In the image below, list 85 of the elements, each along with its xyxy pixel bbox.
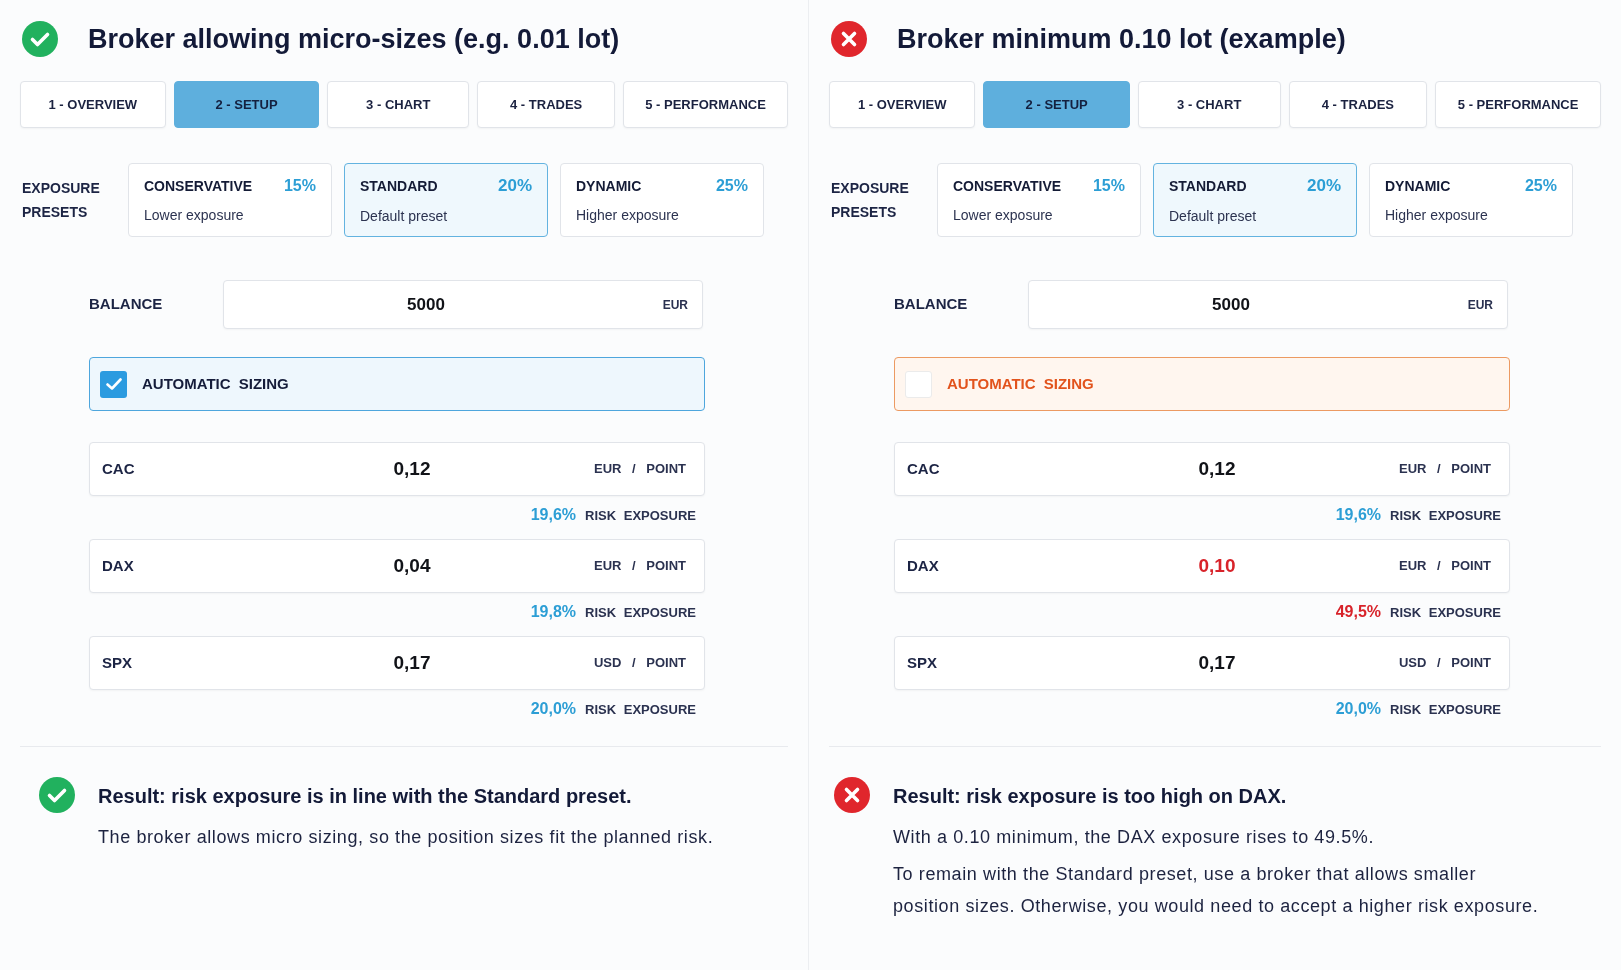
position-size-value: 0,12 [393,456,431,481]
unit-label: EUR / POINT [1399,557,1491,576]
tab[interactable]: 2 - SETUP [173,81,320,128]
balance-field[interactable]: 5000 EUR [1028,280,1508,329]
balance-value: 5000 [1212,293,1250,316]
checkbox-label: AUTOMATIC SIZING [142,373,289,394]
result-text: With a 0.10 minimum, the DAX exposure rises to 49.5%. [893,826,1374,849]
checkmark-icon [105,378,122,390]
asset-name: DAX [907,555,940,576]
tab[interactable]: 5 - PERFORMANCE [623,81,788,128]
preset-name: DYNAMIC [1385,176,1451,196]
preset-card[interactable]: DYNAMIC 25% Higher exposure [1369,163,1573,237]
preset-description: Default preset [360,206,449,226]
balance-label: BALANCE [894,294,969,315]
risk-label: RISK EXPOSURE [585,604,696,622]
risk-label: RISK EXPOSURE [1390,507,1501,525]
risk-percentage: 19,6% [1335,505,1382,525]
unit-label: USD / POINT [594,654,686,673]
preset-name: CONSERVATIVE [953,176,1062,196]
preset-description: Higher exposure [576,206,680,225]
unit-label: EUR / POINT [1399,460,1491,479]
preset-percentage: 20% [1306,175,1341,198]
tab[interactable]: 3 - CHART [1137,81,1281,128]
balance-label: BALANCE [89,294,164,315]
risk-label: RISK EXPOSURE [585,701,696,719]
presets-label: EXPOSURE PRESETS [830,179,910,222]
presets-label: EXPOSURE PRESETS [21,179,101,222]
asset-name: DAX [102,555,135,576]
checkbox[interactable] [100,370,127,398]
position-size-value: 0,17 [1198,650,1236,675]
preset-percentage: 25% [1524,176,1557,196]
tab[interactable]: 2 - SETUP [983,81,1130,128]
preset-name: STANDARD [360,176,438,196]
preset-percentage: 15% [283,176,316,196]
risk-percentage: 19,6% [530,505,577,525]
unit-label: USD / POINT [1399,654,1491,673]
risk-label: RISK EXPOSURE [1390,701,1501,719]
currency-label: EUR [662,296,688,314]
tab[interactable]: 3 - CHART [327,81,470,128]
preset-card[interactable]: CONSERVATIVE 15% Lower exposure [128,163,332,237]
risk-label: RISK EXPOSURE [585,507,696,525]
result-title: Result: risk exposure is in line with the Standard preset. [98,784,632,808]
result-title: Result: risk exposure is too high on DAX. [893,784,1287,808]
risk-label: RISK EXPOSURE [1390,604,1501,622]
preset-percentage: 15% [1092,176,1125,196]
tab[interactable]: 5 - PERFORMANCE [1435,81,1601,128]
preset-description: Lower exposure [953,206,1054,225]
panel-title: Broker minimum 0.10 lot (example) [897,23,1346,56]
position-size-value: 0,17 [393,650,431,675]
panel-title: Broker allowing micro-sizes (e.g. 0.01 lot) [88,23,620,56]
tab[interactable]: 4 - TRADES [1288,81,1428,128]
preset-name: STANDARD [1169,176,1247,196]
result-text: The broker allows micro sizing, so the position sizes fit the planned risk. [98,826,714,849]
risk-percentage: 49,5% [1335,602,1382,622]
checkbox-label: AUTOMATIC SIZING [947,373,1094,394]
unit-label: EUR / POINT [594,460,686,479]
preset-description: Higher exposure [1385,206,1489,225]
preset-percentage: 20% [497,175,532,198]
unit-label: EUR / POINT [594,557,686,576]
asset-name: CAC [102,458,136,479]
tab[interactable]: 1 - OVERVIEW [20,81,166,128]
preset-card[interactable]: STANDARD 20% Default preset [344,163,548,237]
position-size-value: 0,04 [393,553,431,578]
preset-card[interactable]: STANDARD 20% Default preset [1153,163,1357,237]
position-size-value: 0,10 [1198,553,1236,578]
preset-name: CONSERVATIVE [144,176,253,196]
result-text: To remain with the Standard preset, use a broker that allows smaller position sizes. Otherwise, you would need to accept a higher risk exposure. [893,863,1540,918]
preset-description: Default preset [1169,206,1258,226]
position-size-value: 0,12 [1198,456,1236,481]
preset-card[interactable]: DYNAMIC 25% Higher exposure [560,163,764,237]
asset-name: SPX [907,652,938,673]
preset-card[interactable]: CONSERVATIVE 15% Lower exposure [937,163,1141,237]
preset-description: Lower exposure [144,206,245,225]
tab[interactable]: 4 - TRADES [477,81,616,128]
risk-percentage: 19,8% [530,602,577,622]
asset-name: SPX [102,652,133,673]
balance-field[interactable]: 5000 EUR [223,280,703,329]
preset-name: DYNAMIC [576,176,642,196]
tab[interactable]: 1 - OVERVIEW [829,81,976,128]
risk-percentage: 20,0% [1335,699,1382,719]
asset-name: CAC [907,458,941,479]
preset-percentage: 25% [715,176,748,196]
currency-label: EUR [1467,296,1493,314]
balance-value: 5000 [407,293,445,316]
risk-percentage: 20,0% [530,699,577,719]
